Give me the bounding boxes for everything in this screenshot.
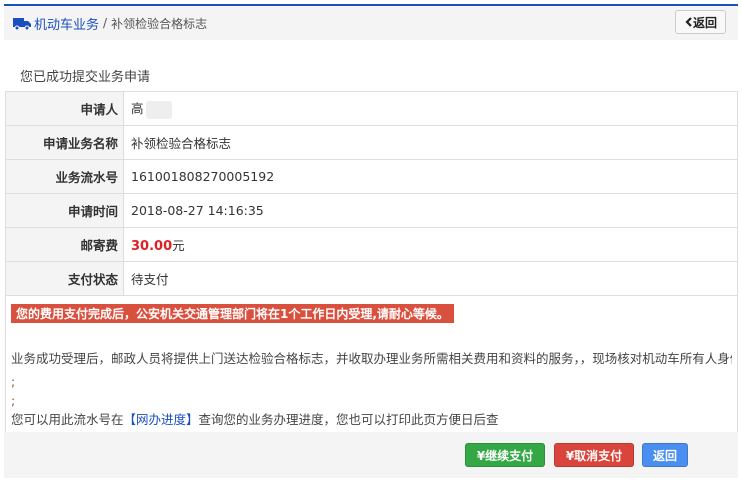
table-row: 您的费用支付完成后，公安机关交通管理部门将在1个工作日内受理,请耐心等候。 业务… bbox=[5, 295, 738, 438]
cancel-pay-button[interactable]: ¥取消支付 bbox=[554, 443, 634, 467]
back-label: 返回 bbox=[692, 15, 717, 30]
breadcrumb-root-label: 机动车业务 bbox=[34, 17, 100, 33]
row-label: 邮寄费 bbox=[5, 227, 124, 262]
application-details-table: 申请人高 申请业务名称 补领检验合格标志 业务流水号 161001808270005… bbox=[5, 91, 738, 438]
back-button[interactable]: 返回 bbox=[642, 443, 688, 467]
row-label: 申请时间 bbox=[5, 193, 124, 228]
breadcrumb-current: 补领检验合格标志 bbox=[111, 16, 208, 31]
serial-number: 161001808270005192 bbox=[123, 159, 738, 194]
progress-link[interactable]: 【网办进度】 bbox=[124, 412, 199, 427]
table-row: 申请业务名称 补领检验合格标志 bbox=[5, 125, 738, 160]
page-title: 您已成功提交业务申请 bbox=[20, 70, 151, 85]
row-label: 申请人 bbox=[5, 91, 124, 126]
chevron-left-icon bbox=[685, 17, 692, 27]
row-label: 支付状态 bbox=[5, 261, 124, 296]
query-prefix: 您可以用此流水号在 bbox=[11, 412, 124, 427]
redacted-name bbox=[145, 100, 172, 119]
semicolon: ; bbox=[11, 374, 16, 389]
payment-status: 待支付 bbox=[123, 261, 738, 296]
apply-time: 2018-08-27 14:16:35 bbox=[123, 193, 738, 228]
row-label: 业务流水号 bbox=[5, 159, 124, 194]
query-note: 您可以用此流水号在【网办进度】查询您的业务办理进度，您也可以打印此页方便日后查 bbox=[11, 410, 732, 429]
fee-unit: 元 bbox=[172, 238, 185, 253]
semicolon: ; bbox=[11, 393, 16, 408]
continue-pay-button[interactable]: ¥继续支付 bbox=[465, 443, 545, 467]
table-row: 申请时间 2018-08-27 14:16:35 bbox=[5, 193, 738, 228]
postage-fee: 30.00 bbox=[131, 239, 173, 254]
table-row: 申请人高 bbox=[5, 91, 738, 126]
truck-icon bbox=[13, 18, 31, 30]
back-button-top[interactable]: 返回 bbox=[674, 10, 726, 34]
query-suffix: 查询您的业务办理进度，您也可以打印此页方便日后查 bbox=[198, 412, 499, 427]
breadcrumb-root-link[interactable]: 机动车业务 bbox=[13, 14, 99, 33]
applicant-name: 高 bbox=[131, 101, 144, 117]
notes-cell: 您的费用支付完成后，公安机关交通管理部门将在1个工作日内受理,请耐心等候。 业务… bbox=[5, 295, 738, 438]
business-name: 补领检验合格标志 bbox=[123, 125, 738, 160]
action-bar: ¥继续支付 ¥取消支付 返回 bbox=[4, 432, 738, 478]
row-label: 申请业务名称 bbox=[5, 125, 124, 160]
table-row: 支付状态 待支付 bbox=[5, 261, 738, 296]
table-row: 邮寄费 30.00元 bbox=[5, 227, 738, 262]
service-note: 业务成功受理后，邮政人员将提供上门送达检验合格标志，并收取办理业务所需相关费用和… bbox=[11, 351, 732, 366]
breadcrumb-bar: 机动车业务 / 补领检验合格标志 返回 bbox=[4, 6, 738, 40]
table-row: 业务流水号 161001808270005192 bbox=[5, 159, 738, 194]
payment-alert: 您的费用支付完成后，公安机关交通管理部门将在1个工作日内受理,请耐心等候。 bbox=[11, 304, 454, 323]
breadcrumb-separator: / bbox=[103, 16, 108, 30]
